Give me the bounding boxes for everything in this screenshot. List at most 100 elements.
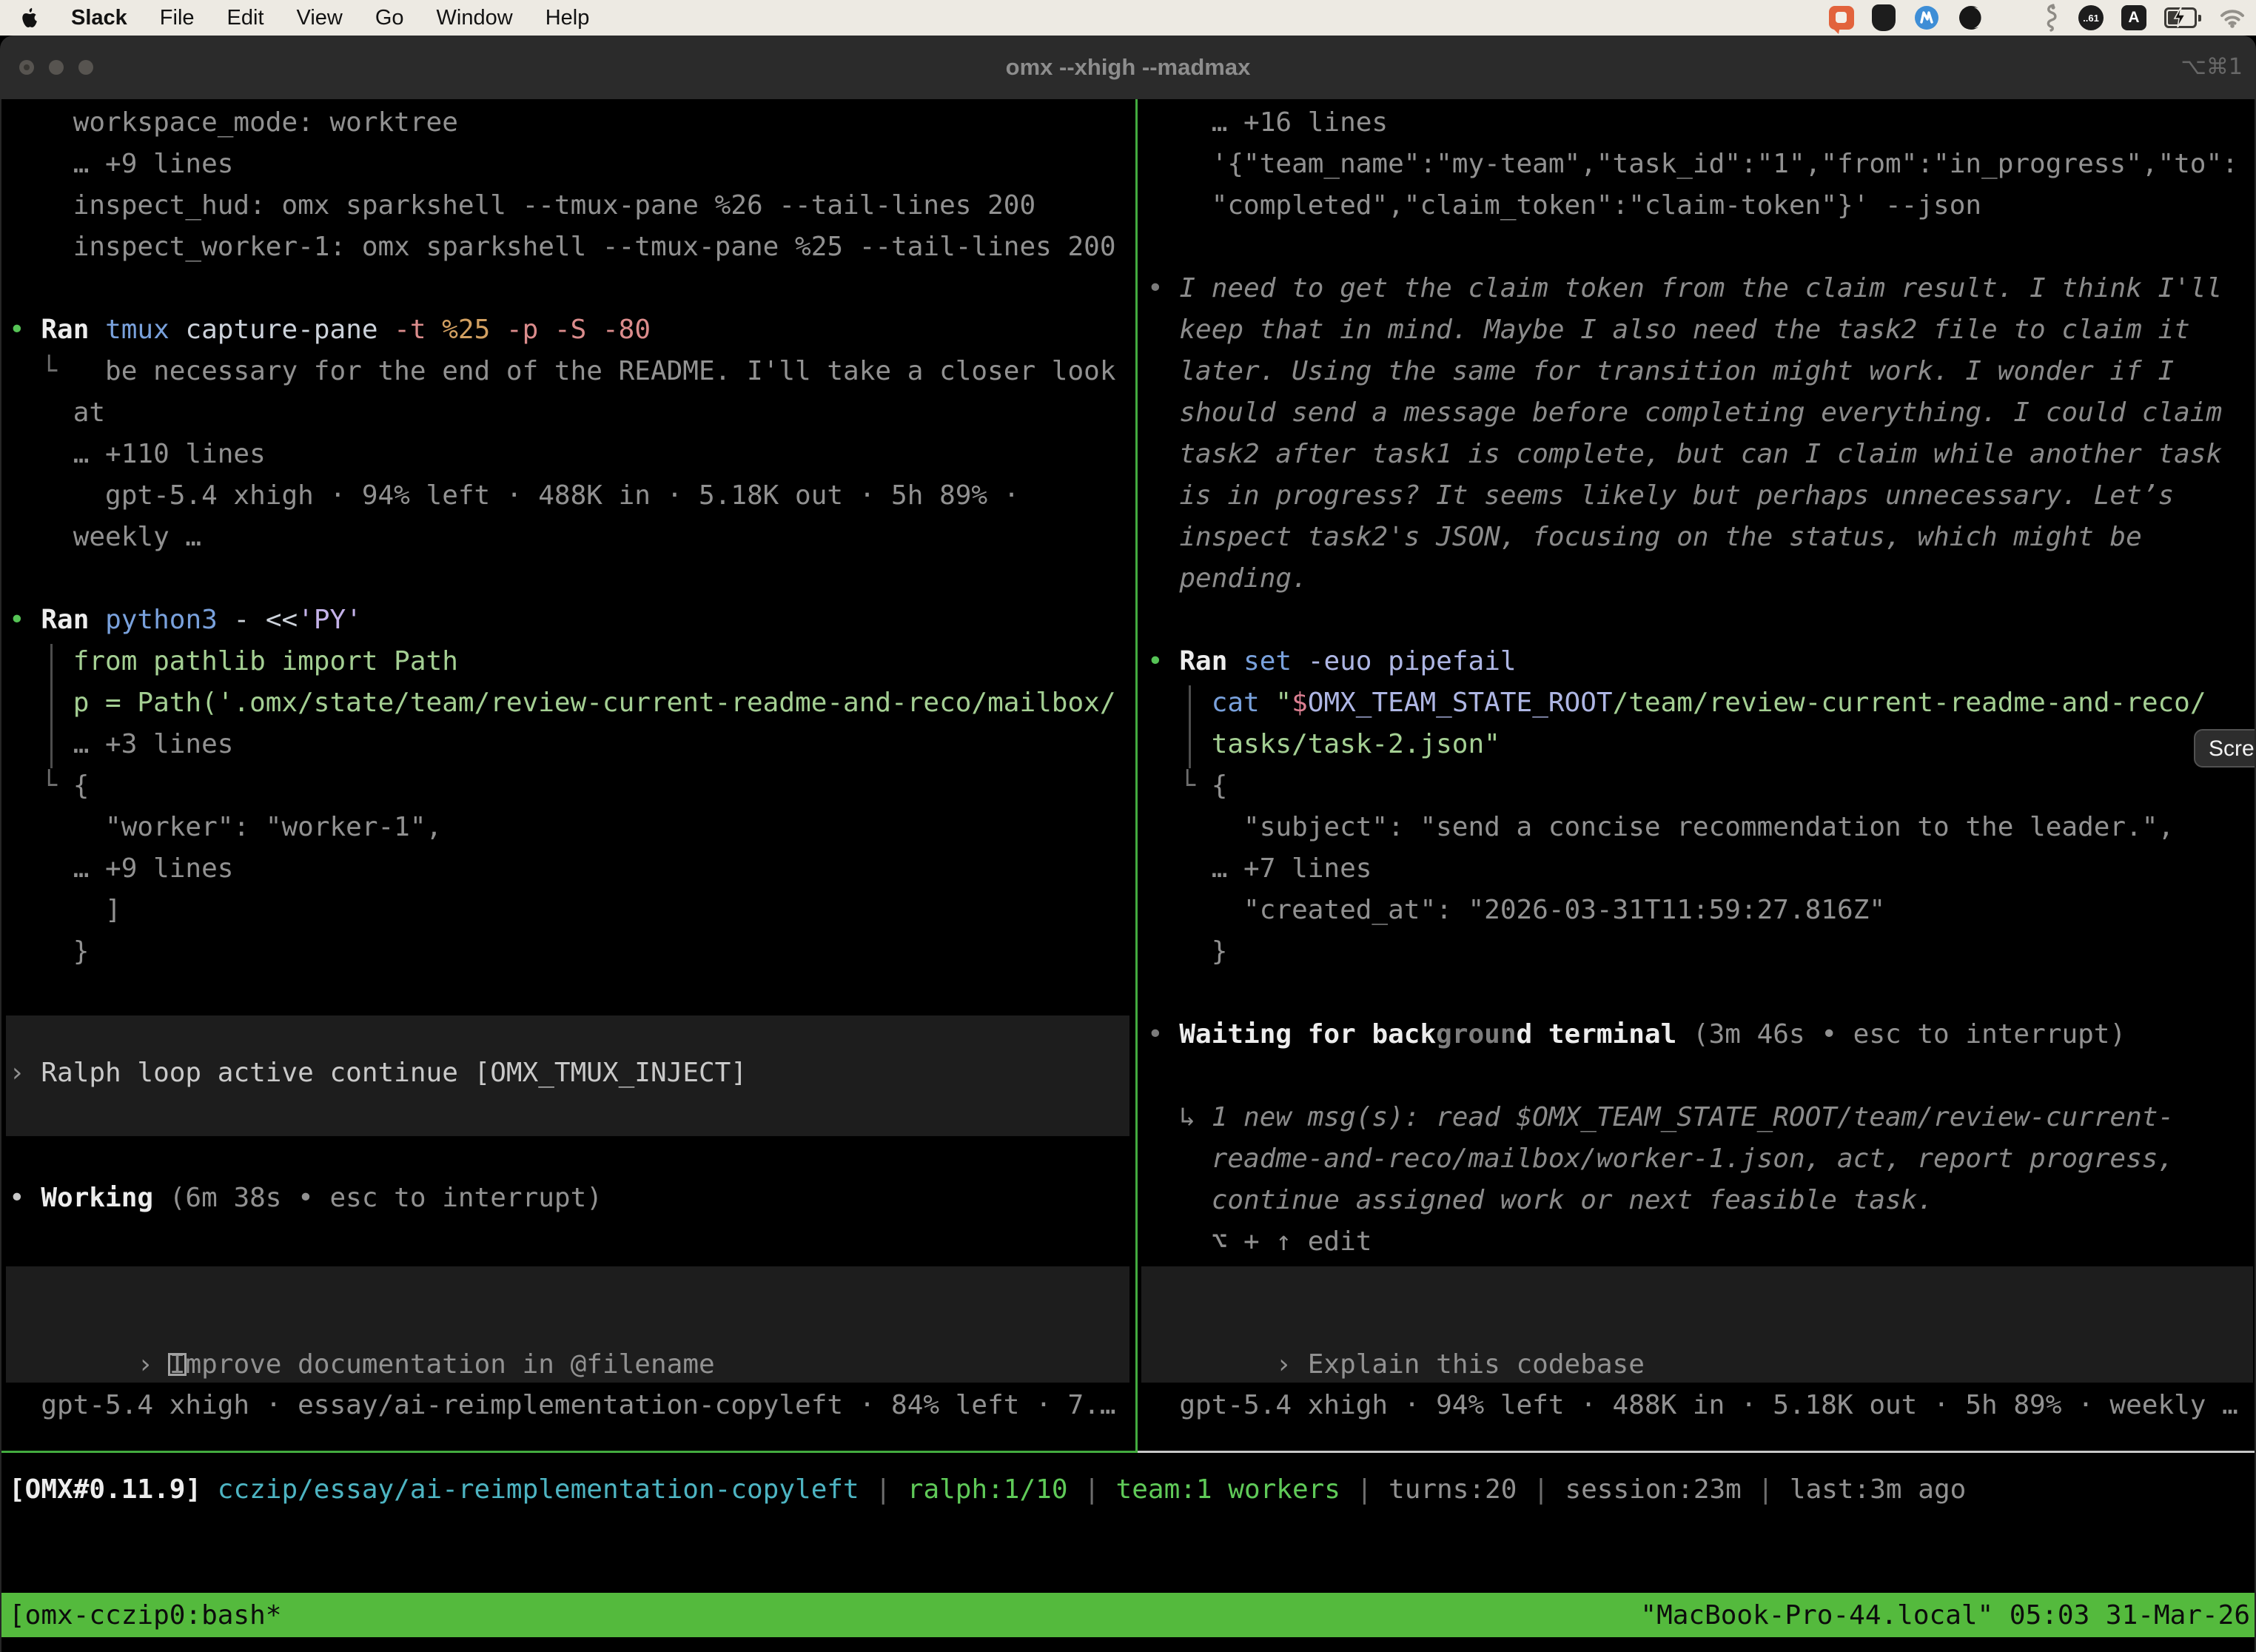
prompt-chevron: ›: [1275, 1349, 1307, 1380]
command-output-connector: [50, 644, 53, 768]
pane-divider[interactable]: [1135, 99, 1138, 1453]
wifi-icon[interactable]: [2219, 7, 2246, 28]
terminal-line: … +110 lines: [9, 434, 1135, 475]
terminal-line: gpt-5.4 xhigh · 94% left · 488K in · 5.1…: [9, 475, 1135, 517]
terminal-line: inspect task2's JSON, focusing on the st…: [1147, 517, 2256, 558]
apple-menu-icon[interactable]: [21, 7, 38, 28]
terminal-line: [1147, 226, 2256, 268]
terminal-line: • I need to get the claim token from the…: [1147, 268, 2256, 309]
pane-left-border: [1, 1451, 1135, 1453]
pane-left-statusline: gpt-5.4 xhigh · essay/ai-reimplementatio…: [9, 1385, 1116, 1426]
prompt-placeholder: Explain this codebase: [1308, 1349, 1645, 1380]
terminal-line: continue assigned work or next feasible …: [1147, 1180, 2256, 1221]
blue-badge-icon[interactable]: [1913, 4, 1940, 31]
terminal-line: ⌥ + ↑ edit: [1147, 1221, 2256, 1263]
menu-item-go[interactable]: Go: [375, 6, 404, 30]
terminal-line: from pathlib import Path: [9, 641, 1135, 682]
menu-status-icons: ..61 A: [1829, 4, 2256, 32]
menu-item-view[interactable]: View: [297, 6, 343, 30]
terminal-line: keep that in mind. Maybe I also need the…: [1147, 309, 2256, 351]
terminal-line: [1147, 973, 2256, 1014]
terminal-line: "completed","claim_token":"claim-token"}…: [1147, 185, 2256, 226]
menu-item-edit[interactable]: Edit: [227, 6, 264, 30]
menu-item-file[interactable]: File: [160, 6, 195, 30]
text-cursor: I: [169, 1349, 186, 1380]
working-status: • Working (6m 38s • esc to interrupt): [9, 1178, 602, 1219]
terminal-line: ]: [9, 890, 1135, 931]
terminal-line: pending.: [1147, 558, 2256, 600]
prompt-chevron: ›: [137, 1349, 169, 1380]
input-source-icon[interactable]: A: [2121, 5, 2146, 30]
pane-right: … +16 lines '{"team_name":"my-team","tas…: [1141, 99, 2256, 1454]
terminal-line: p = Path('.omx/state/team/review-current…: [9, 682, 1135, 724]
prompt-input-right[interactable]: › Explain this codebase: [1147, 1303, 1645, 1344]
terminal-line: '{"team_name":"my-team","task_id":"1","f…: [1147, 144, 2256, 185]
tmux-session-label: [omx-cczip0:bash*: [9, 1600, 281, 1631]
prompt-placeholder: mprove documentation in @filename: [185, 1349, 714, 1380]
moon-circle-icon[interactable]: [1958, 4, 1984, 31]
pane-left-output: workspace_mode: worktree … +9 lines insp…: [9, 102, 1135, 973]
terminal-line: [9, 558, 1135, 600]
terminal-line: task2 after task1 is complete, but can I…: [1147, 434, 2256, 475]
tmux-host-clock: "MacBook-Pro-44.local" 05:03 31-Mar-26: [1640, 1600, 2250, 1631]
battery-percent-badge[interactable]: ..61: [2078, 5, 2104, 30]
menu-item-window[interactable]: Window: [437, 6, 513, 30]
menu-items: Slack File Edit View Go Window Help: [71, 6, 589, 30]
terminal-line: └ {: [9, 765, 1135, 807]
screen-tooltip: Scre: [2194, 729, 2256, 768]
squiggle-icon[interactable]: [2041, 4, 2061, 32]
macos-menu-bar: Slack File Edit View Go Window Help: [0, 0, 2256, 36]
terminal-line: … +3 lines: [9, 724, 1135, 765]
terminal-content: workspace_mode: worktree … +9 lines insp…: [0, 99, 2256, 1652]
terminal-line: tasks/task-2.json": [1147, 724, 2256, 765]
prompt-input-left[interactable]: › Improve documentation in @filename: [9, 1303, 715, 1344]
terminal-line: inspect_hud: omx sparkshell --tmux-pane …: [9, 185, 1135, 226]
terminal-line: should send a message before completing …: [1147, 392, 2256, 434]
terminal-line: later. Using the same for transition mig…: [1147, 351, 2256, 392]
menu-left: Slack File Edit View Go Window Help: [0, 6, 589, 30]
omx-status-line: [OMX#0.11.9] cczip/essay/ai-reimplementa…: [9, 1469, 1966, 1511]
inject-banner-text: › Ralph loop active continue [OMX_TMUX_I…: [9, 1052, 747, 1094]
terminal-line: … +9 lines: [9, 848, 1135, 890]
terminal-line: [1147, 1055, 2256, 1097]
terminal-line: inspect_worker-1: omx sparkshell --tmux-…: [9, 226, 1135, 268]
terminal-line: "worker": "worker-1",: [9, 807, 1135, 848]
terminal-line: }: [9, 931, 1135, 973]
terminal-line: [9, 268, 1135, 309]
tmux-status-bar: [omx-cczip0:bash* "MacBook-Pro-44.local"…: [1, 1593, 2256, 1637]
terminal-line: }: [1147, 931, 2256, 973]
terminal-line: … +7 lines: [1147, 848, 2256, 890]
terminal-line: • Ran python3 - <<'PY': [9, 600, 1135, 641]
terminal-line: cat "$OMX_TEAM_STATE_ROOT/team/review-cu…: [1147, 682, 2256, 724]
window-shortcut: ⌥⌘1: [2181, 36, 2243, 99]
terminal-line: "created_at": "2026-03-31T11:59:27.816Z": [1147, 890, 2256, 931]
terminal-line: at: [9, 392, 1135, 434]
menu-item-help[interactable]: Help: [545, 6, 590, 30]
terminal-line: "subject": "send a concise recommendatio…: [1147, 807, 2256, 848]
terminal-line: readme-and-reco/mailbox/worker-1.json, a…: [1147, 1138, 2256, 1180]
terminal-line: • Ran tmux capture-pane -t %25 -p -S -80: [9, 309, 1135, 351]
shield-grid-icon[interactable]: [1872, 4, 1896, 31]
terminal-line: … +9 lines: [9, 144, 1135, 185]
menu-item-slack[interactable]: Slack: [71, 6, 127, 30]
command-output-connector: [1189, 685, 1191, 768]
terminal-line: is in progress? It seems likely but perh…: [1147, 475, 2256, 517]
pane-right-output: … +16 lines '{"team_name":"my-team","tas…: [1147, 102, 2256, 1263]
terminal-window: omx --xhigh --madmax ⌥⌘1 workspace_mode:…: [0, 36, 2256, 1652]
terminal-line: ↳ 1 new msg(s): read $OMX_TEAM_STATE_ROO…: [1147, 1097, 2256, 1138]
dots-grid-icon[interactable]: [2002, 7, 2024, 29]
battery-charging-icon[interactable]: [2164, 7, 2201, 28]
chat-app-icon[interactable]: [1829, 6, 1854, 30]
terminal-line: └ be necessary for the end of the README…: [9, 351, 1135, 392]
terminal-line: workspace_mode: worktree: [9, 102, 1135, 144]
terminal-line: └ {: [1147, 765, 2256, 807]
terminal-line: weekly …: [9, 517, 1135, 558]
window-title: omx --xhigh --madmax: [0, 36, 2256, 99]
terminal-line: • Waiting for background terminal (3m 46…: [1147, 1014, 2256, 1055]
window-titlebar: omx --xhigh --madmax ⌥⌘1: [0, 36, 2256, 99]
terminal-line: [1147, 600, 2256, 641]
pane-left: workspace_mode: worktree … +9 lines insp…: [3, 99, 1135, 1454]
terminal-line: • Ran set -euo pipefail: [1147, 641, 2256, 682]
terminal-line: … +16 lines: [1147, 102, 2256, 144]
pane-right-statusline: gpt-5.4 xhigh · 94% left · 488K in · 5.1…: [1147, 1385, 2238, 1426]
